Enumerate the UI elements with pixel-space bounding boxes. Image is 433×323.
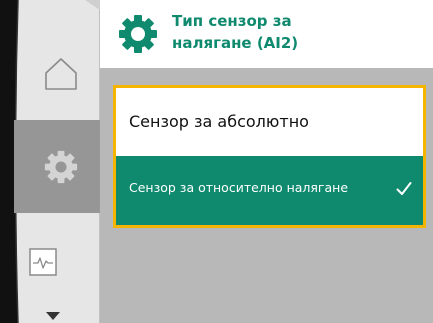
option-relative-sensor[interactable]: Сензор за относително налягане (116, 156, 423, 225)
page-title: Тип сензор за налягане (AI2) (172, 10, 412, 54)
gear-icon (44, 150, 78, 184)
chevron-down-icon[interactable] (46, 312, 60, 320)
page-title-line-1: Тип сензор за (172, 12, 292, 30)
header: Тип сензор за налягане (AI2) (100, 0, 433, 68)
sidebar-item-diagnostics[interactable] (20, 213, 100, 303)
option-absolute-sensor[interactable]: Сензор за абсолютно (116, 88, 423, 156)
settings-screen: Тип сензор за налягане (AI2) Сензор за а… (0, 0, 433, 323)
sidebar-item-settings[interactable] (20, 120, 100, 213)
sidebar-item-home[interactable] (20, 45, 100, 120)
checkmark-icon (396, 182, 412, 195)
pulse-icon (29, 248, 57, 276)
option-label: Сензор за абсолютно (129, 112, 309, 131)
gear-icon (119, 15, 157, 53)
page-title-line-2: налягане (AI2) (172, 34, 299, 52)
option-label: Сензор за относително налягане (129, 180, 349, 195)
option-list: Сензор за абсолютно Сензор за относителн… (113, 85, 426, 228)
home-icon (45, 58, 77, 90)
